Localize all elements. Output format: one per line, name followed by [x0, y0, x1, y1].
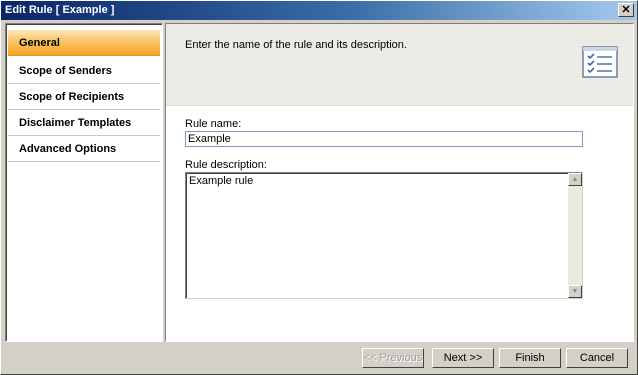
sidebar-item-label: Disclaimer Templates [19, 117, 132, 129]
title-bar[interactable]: Edit Rule [ Example ] ✕ [1, 1, 637, 20]
sidebar-item-general[interactable]: General [8, 30, 160, 56]
next-button[interactable]: Next >> [432, 348, 494, 368]
rule-name-label: Rule name: [185, 118, 242, 130]
arrow-up-icon: ▲ [571, 176, 579, 183]
sidebar-item-scope-of-recipients[interactable]: Scope of Recipients [8, 84, 160, 110]
scroll-down-button[interactable]: ▼ [568, 285, 582, 298]
sidebar-item-disclaimer-templates[interactable]: Disclaimer Templates [8, 110, 160, 136]
panel-header: Enter the name of the rule and its descr… [166, 24, 633, 106]
scroll-up-button[interactable]: ▲ [568, 173, 582, 186]
edit-rule-dialog: Edit Rule [ Example ] ✕ General Scope of… [0, 0, 638, 375]
arrow-down-icon: ▼ [571, 288, 579, 295]
rule-description-textarea[interactable]: Example rule ▲ ▼ [185, 172, 583, 299]
sidebar: General Scope of Senders Scope of Recipi… [5, 23, 163, 342]
main-panel: Enter the name of the rule and its descr… [165, 23, 634, 342]
sidebar-item-label: Scope of Senders [19, 65, 112, 77]
window-title: Edit Rule [ Example ] [5, 4, 115, 16]
close-icon: ✕ [621, 4, 631, 16]
previous-button[interactable]: << Previous [362, 348, 424, 368]
finish-button[interactable]: Finish [499, 348, 561, 368]
rule-description-label: Rule description: [185, 159, 267, 171]
sidebar-item-label: General [19, 37, 60, 49]
rule-description-text: Example rule [189, 175, 254, 187]
sidebar-item-advanced-options[interactable]: Advanced Options [8, 136, 160, 162]
checklist-icon [582, 46, 618, 78]
sidebar-item-scope-of-senders[interactable]: Scope of Senders [8, 58, 160, 84]
instruction-text: Enter the name of the rule and its descr… [185, 39, 407, 51]
textarea-frame [186, 173, 582, 298]
close-button[interactable]: ✕ [618, 3, 634, 17]
vertical-scrollbar[interactable]: ▲ ▼ [568, 173, 582, 298]
cancel-button[interactable]: Cancel [566, 348, 628, 368]
rule-name-input[interactable] [185, 131, 583, 147]
sidebar-item-label: Scope of Recipients [19, 91, 125, 103]
sidebar-item-label: Advanced Options [19, 143, 117, 155]
